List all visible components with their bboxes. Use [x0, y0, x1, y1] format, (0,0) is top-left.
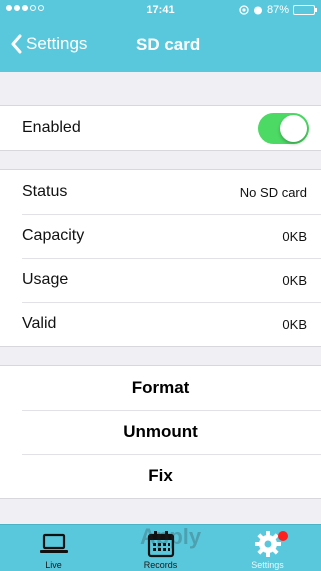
navigation-bar: Settings SD card [0, 20, 321, 72]
usage-value: 0KB [282, 272, 307, 288]
back-button[interactable]: Settings [10, 34, 87, 54]
info-row-valid: Valid 0KB [0, 302, 321, 346]
calendar-icon [147, 531, 174, 558]
unmount-button-label: Unmount [123, 422, 198, 441]
format-button-label: Format [131, 378, 190, 397]
format-button[interactable]: Format [0, 366, 321, 410]
actions-group: Format Unmount Fix [0, 365, 321, 499]
enabled-group: Enabled [0, 105, 321, 151]
laptop-icon [39, 533, 68, 553]
fix-button[interactable]: Fix [0, 454, 321, 498]
toggle-knob [280, 115, 307, 142]
battery-icon [293, 5, 317, 15]
status-label: Status [22, 183, 68, 200]
enabled-toggle[interactable] [258, 113, 309, 144]
battery-percent: 87% [266, 4, 289, 16]
tab-records[interactable]: Records [107, 525, 214, 571]
tab-bar: Live Records Settings [0, 524, 321, 571]
tab-settings-label: Settings [251, 560, 284, 570]
status-bar: 17:41 87% [0, 0, 321, 20]
chevron-left-icon [11, 34, 22, 54]
enabled-row: Enabled [0, 106, 321, 150]
tab-settings[interactable]: Settings [214, 525, 321, 571]
enabled-label: Enabled [22, 119, 81, 136]
capacity-label: Capacity [22, 227, 85, 244]
usage-label: Usage [22, 271, 69, 288]
info-row-usage: Usage 0KB [0, 258, 321, 302]
notification-badge [278, 531, 288, 541]
page-title: SD card [136, 35, 201, 54]
tab-records-label: Records [143, 560, 178, 570]
tab-live-label: Live [45, 560, 62, 570]
alarm-icon [253, 6, 262, 15]
info-row-status: Status No SD card [0, 170, 321, 214]
fix-button-label: Fix [148, 466, 173, 485]
back-button-label: Settings [26, 34, 88, 53]
capacity-value: 0KB [282, 228, 307, 244]
tab-live[interactable]: Live [0, 525, 107, 571]
valid-value: 0KB [282, 316, 307, 332]
status-value: No SD card [239, 184, 307, 200]
info-row-capacity: Capacity 0KB [0, 214, 321, 258]
info-group: Status No SD card Capacity 0KB Usage 0KB… [0, 169, 321, 347]
unmount-button[interactable]: Unmount [0, 410, 321, 454]
location-icon [239, 5, 249, 15]
valid-label: Valid [22, 315, 57, 332]
